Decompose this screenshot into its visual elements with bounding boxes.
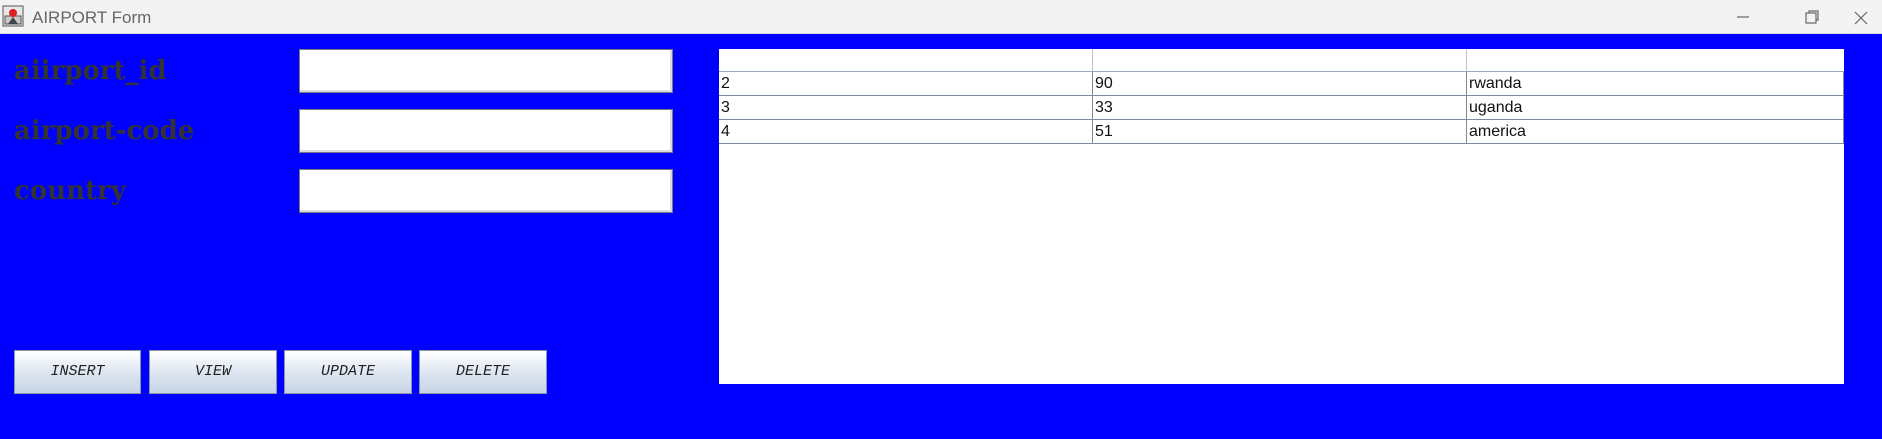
table-cell-country[interactable]: uganda xyxy=(1467,96,1844,119)
table-cell-code[interactable]: 51 xyxy=(1093,120,1467,143)
minimize-icon xyxy=(1737,16,1749,18)
table-cell-id[interactable]: 2 xyxy=(719,72,1093,95)
airport-code-input[interactable] xyxy=(299,109,673,153)
airport-code-label: airport-code xyxy=(14,116,195,146)
country-input[interactable] xyxy=(299,169,673,213)
title-bar[interactable]: AIRPORT Form xyxy=(0,0,1882,34)
column-header[interactable] xyxy=(1093,49,1467,71)
table-header[interactable] xyxy=(719,49,1844,72)
table-cell-country[interactable]: rwanda xyxy=(1467,72,1844,95)
table-row[interactable]: 2 90 rwanda xyxy=(719,72,1844,96)
airport-id-label: aiirport_id xyxy=(14,56,167,86)
restore-button[interactable] xyxy=(1787,0,1837,34)
table-cell-id[interactable]: 4 xyxy=(719,120,1093,143)
delete-button[interactable]: DELETE xyxy=(419,350,547,394)
table-row[interactable]: 4 51 america xyxy=(719,120,1844,144)
table-cell-country[interactable]: america xyxy=(1467,120,1844,143)
close-icon xyxy=(1854,11,1868,25)
form-panel: aiirport_id airport-code country INSERT … xyxy=(0,34,1882,439)
minimize-button[interactable] xyxy=(1718,0,1768,34)
close-button[interactable] xyxy=(1852,0,1882,34)
country-label: country xyxy=(14,176,126,206)
table-cell-code[interactable]: 90 xyxy=(1093,72,1467,95)
window-title: AIRPORT Form xyxy=(32,8,152,27)
update-button[interactable]: UPDATE xyxy=(284,350,412,394)
table-row[interactable]: 3 33 uganda xyxy=(719,96,1844,120)
table-cell-id[interactable]: 3 xyxy=(719,96,1093,119)
view-button[interactable]: VIEW xyxy=(149,350,277,394)
column-header[interactable] xyxy=(1467,49,1844,71)
java-app-icon xyxy=(2,5,24,27)
airport-table[interactable]: 2 90 rwanda 3 33 uganda 4 51 america xyxy=(719,49,1844,384)
restore-icon xyxy=(1805,10,1819,24)
airport-id-input[interactable] xyxy=(299,49,673,93)
table-cell-code[interactable]: 33 xyxy=(1093,96,1467,119)
column-header[interactable] xyxy=(719,49,1093,71)
insert-button[interactable]: INSERT xyxy=(14,350,141,394)
